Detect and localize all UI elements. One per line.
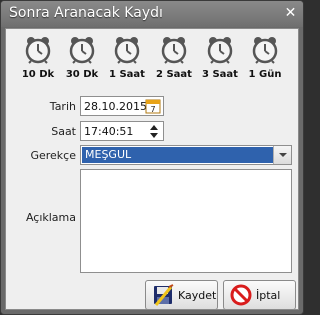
alarm-10-dk-button[interactable]: 10 Dk <box>16 36 60 80</box>
time-field[interactable]: 17:40:51 <box>80 121 164 141</box>
alarm-clock-icon <box>69 37 95 64</box>
chevron-down-icon[interactable] <box>150 133 158 138</box>
description-textarea[interactable] <box>80 169 292 273</box>
alarm-1-gun-button[interactable]: 1 Gün <box>243 36 287 80</box>
alarm-clock-icon <box>252 37 278 64</box>
alarm-clock-icon <box>25 37 51 64</box>
date-label: Tarih <box>49 100 76 113</box>
alarm-clock-icon <box>161 37 187 64</box>
date-field[interactable]: 28.10.2015 7 <box>80 96 164 116</box>
alarm-label: 30 Dk <box>65 69 99 80</box>
alarm-clock-icon <box>114 37 140 64</box>
alarm-label: 1 Gün <box>248 69 282 80</box>
time-value: 17:40:51 <box>84 125 134 138</box>
close-button[interactable]: ✕ <box>283 6 298 21</box>
window-title: Sonra Aranacak Kaydı <box>9 5 163 21</box>
cancel-button-label: İptal <box>256 289 281 302</box>
time-spinner[interactable] <box>148 123 162 139</box>
chevron-up-icon[interactable] <box>150 125 158 130</box>
reason-label: Gerekçe <box>30 149 76 162</box>
reason-selected-value: MEŞGUL <box>82 147 273 163</box>
save-button[interactable]: Kaydet <box>145 280 218 310</box>
alarm-label: 3 Saat <box>202 69 238 80</box>
cancel-button[interactable]: İptal <box>223 280 296 310</box>
alarm-2-saat-button[interactable]: 2 Saat <box>152 36 196 80</box>
dialog-body: 10 Dk 30 Dk 1 Saat 2 Saat 3 Saat 1 Gün T… <box>5 28 299 310</box>
time-label: Saat <box>51 125 76 138</box>
alarm-1-saat-button[interactable]: 1 Saat <box>105 36 149 80</box>
title-bar[interactable]: Sonra Aranacak Kaydı ✕ <box>1 1 303 27</box>
alarm-3-saat-button[interactable]: 3 Saat <box>198 36 242 80</box>
dialog-window: Sonra Aranacak Kaydı ✕ 10 Dk 30 Dk 1 Saa… <box>0 0 304 315</box>
date-value: 28.10.2015 <box>84 100 147 113</box>
alarm-clock-icon <box>207 37 233 64</box>
cancel-icon <box>230 284 252 306</box>
calendar-day: 7 <box>150 105 155 114</box>
alarm-label: 2 Saat <box>156 69 192 80</box>
alarm-label: 10 Dk <box>21 69 55 80</box>
dropdown-button[interactable] <box>273 146 291 164</box>
description-label: Açıklama <box>25 211 76 224</box>
save-icon <box>154 284 174 306</box>
calendar-icon[interactable]: 7 <box>145 98 161 114</box>
chevron-down-icon <box>279 153 287 157</box>
alarm-30-dk-button[interactable]: 30 Dk <box>60 36 104 80</box>
save-button-label: Kaydet <box>178 289 217 302</box>
reason-select[interactable]: MEŞGUL <box>80 145 292 165</box>
alarm-label: 1 Saat <box>109 69 145 80</box>
